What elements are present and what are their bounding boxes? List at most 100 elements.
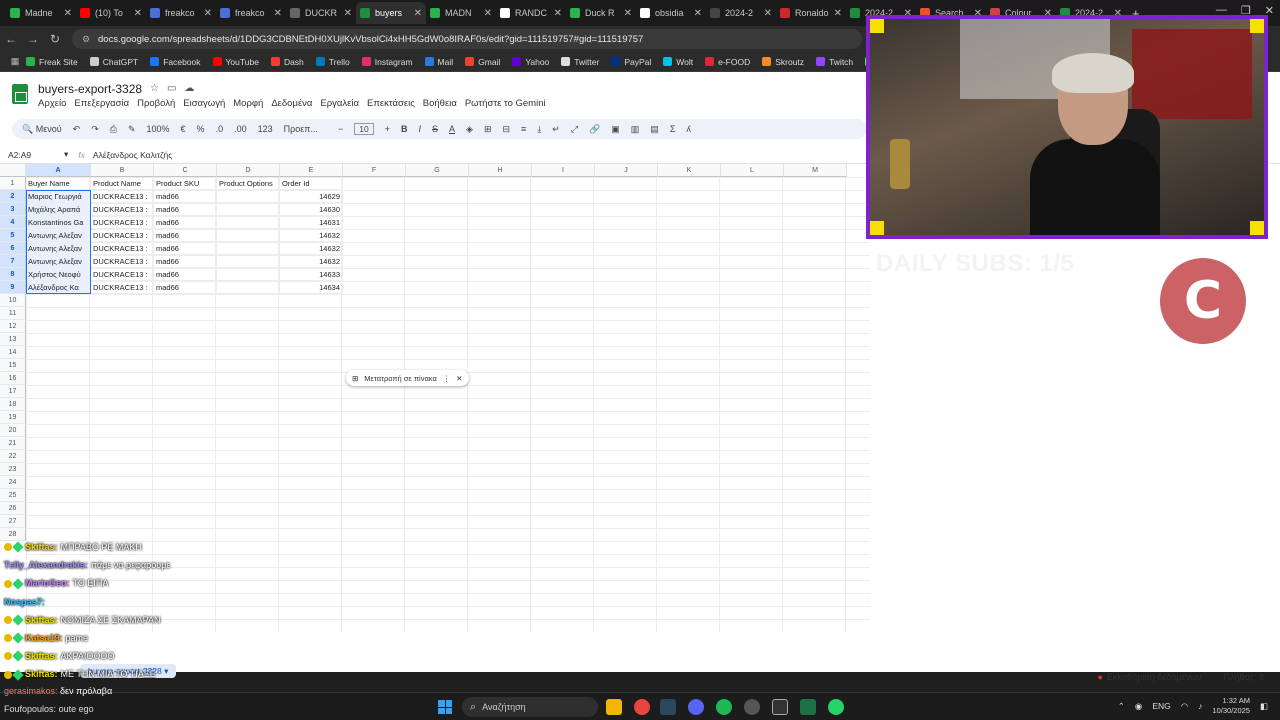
bookmark-item[interactable]: Gmail [465, 57, 500, 67]
browser-tab[interactable]: MADN ✕ [426, 2, 496, 24]
borders-icon[interactable]: ⊞ [484, 124, 492, 135]
bookmark-item[interactable]: e-FOOD [705, 57, 750, 67]
apps-icon[interactable]: ▦ [4, 56, 26, 67]
row-header[interactable]: 14 [0, 346, 26, 359]
bold-icon[interactable]: B [401, 124, 408, 134]
cell[interactable]: 14633 [280, 268, 343, 281]
star-icon[interactable]: ☆ [150, 83, 167, 94]
wifi-icon[interactable]: ◠ [1181, 701, 1188, 712]
bookmark-item[interactable]: Mail [424, 57, 453, 67]
cell[interactable]: DUCKRACE13 : [91, 190, 154, 203]
row-header[interactable]: 9 [0, 281, 26, 294]
chrome-icon[interactable] [634, 699, 650, 715]
row-header[interactable]: 21 [0, 437, 26, 450]
row-header[interactable]: 3 [0, 203, 26, 216]
bookmark-item[interactable]: Dash [270, 57, 304, 67]
menu-item[interactable]: Δεδομένα [271, 98, 312, 109]
column-header[interactable]: L [721, 164, 784, 177]
insert-link-icon[interactable]: 🔗 [589, 124, 600, 135]
row-header[interactable]: 5 [0, 229, 26, 242]
cell[interactable]: Order Id [280, 177, 343, 190]
cell[interactable]: DUCKRACE13 : [91, 229, 154, 242]
row-header[interactable]: 22 [0, 450, 26, 463]
cell[interactable]: DUCKRACE13 : [91, 216, 154, 229]
cell[interactable]: 14630 [280, 203, 343, 216]
column-header[interactable]: K [658, 164, 721, 177]
row-header[interactable]: 24 [0, 476, 26, 489]
currency-format-button[interactable]: € [181, 124, 186, 134]
row-header[interactable]: 7 [0, 255, 26, 268]
row-header[interactable]: 26 [0, 502, 26, 515]
increase-decimal-button[interactable]: .00 [234, 124, 247, 134]
decrease-decimal-button[interactable]: .0 [216, 124, 224, 134]
cell[interactable]: Product Options [217, 177, 280, 190]
column-header[interactable]: I [532, 164, 595, 177]
row-header[interactable]: 13 [0, 333, 26, 346]
cell[interactable] [217, 203, 280, 216]
column-header[interactable]: F [343, 164, 406, 177]
cell[interactable]: 14632 [280, 242, 343, 255]
row-header[interactable]: 1 [0, 177, 26, 190]
count-summary[interactable]: Πλήθος: 8 [1224, 672, 1264, 682]
lang-indicator[interactable]: ENG [1152, 701, 1170, 711]
text-rotation-icon[interactable]: ⤢ [571, 124, 578, 135]
row-header[interactable]: 12 [0, 320, 26, 333]
site-info-icon[interactable]: ⚙ [82, 34, 92, 44]
cell[interactable]: DUCKRACE13 : [91, 268, 154, 281]
spotify-icon[interactable] [716, 699, 732, 715]
url-bar[interactable]: ⚙ docs.google.com/spreadsheets/d/1DDG3CD… [72, 29, 862, 49]
bookmark-item[interactable]: Twitter [561, 57, 599, 67]
cell[interactable]: mad66 [154, 242, 217, 255]
column-header[interactable]: M [784, 164, 847, 177]
cell[interactable] [217, 242, 280, 255]
percent-format-button[interactable]: % [197, 124, 205, 134]
cell[interactable]: DUCKRACE13 : [91, 203, 154, 216]
browser-tab[interactable]: freakco ✕ [216, 2, 286, 24]
cell[interactable]: Buyer Name [26, 177, 91, 190]
clock[interactable]: 1:32 AM 10/30/2025 [1212, 696, 1250, 716]
tab-close-icon[interactable]: ✕ [64, 8, 72, 19]
whatsapp-icon[interactable] [828, 699, 844, 715]
input-tools-icon[interactable]: ʎ [686, 124, 691, 134]
cell[interactable]: DUCKRACE13 : [91, 242, 154, 255]
print-icon[interactable]: ⎙ [110, 124, 117, 135]
tray-overflow-icon[interactable]: ⌃ [1118, 701, 1125, 712]
tab-close-icon[interactable]: ✕ [834, 8, 842, 19]
cloud-status-icon[interactable]: ☁ [184, 83, 202, 94]
menu-item[interactable]: Προβολή [137, 98, 175, 109]
browser-tab[interactable]: 2024-2 ✕ [706, 2, 776, 24]
column-header[interactable]: B [91, 164, 154, 177]
file-explorer-icon[interactable] [606, 699, 622, 715]
bookmark-item[interactable]: ChatGPT [89, 57, 138, 67]
bookmark-item[interactable]: Instagram [361, 57, 413, 67]
formula-input[interactable]: Αλέξανδρος Καλιτζής [93, 150, 172, 160]
horizontal-align-icon[interactable]: ≡ [521, 124, 526, 134]
functions-icon[interactable]: Σ [670, 124, 676, 134]
tab-close-icon[interactable]: ✕ [134, 8, 142, 19]
discord-icon[interactable] [688, 699, 704, 715]
menu-item[interactable]: Εργαλεία [320, 98, 359, 109]
select-all-corner[interactable] [0, 164, 26, 177]
bookmark-item[interactable]: Wolt [663, 57, 693, 67]
convert-to-table-chip[interactable]: ⊞ Μετατροπή σε πίνακα ⋮ ✕ [346, 370, 469, 386]
cell[interactable] [217, 190, 280, 203]
cell[interactable]: mad66 [154, 229, 217, 242]
row-header[interactable]: 11 [0, 307, 26, 320]
cell[interactable] [217, 255, 280, 268]
menu-item[interactable]: Μορφή [233, 98, 263, 109]
bookmark-item[interactable]: YouTube [212, 57, 259, 67]
tab-close-icon[interactable]: ✕ [764, 8, 772, 19]
cell[interactable] [217, 268, 280, 281]
browser-tab[interactable]: Ronaldo ✕ [776, 2, 846, 24]
bookmark-item[interactable]: Freak Site [26, 57, 78, 67]
tab-close-icon[interactable]: ✕ [554, 8, 562, 19]
browser-tab[interactable]: (10) Το ✕ [76, 2, 146, 24]
cell[interactable]: 14629 [280, 190, 343, 203]
bookmark-item[interactable]: PayPal [611, 57, 651, 67]
obs-icon[interactable] [744, 699, 760, 715]
menu-item[interactable]: Επεκτάσεις [367, 98, 415, 109]
convert-to-table-label[interactable]: Μετατροπή σε πίνακα [364, 374, 436, 383]
cell[interactable]: 14632 [280, 255, 343, 268]
browser-tab[interactable]: Duck R ✕ [566, 2, 636, 24]
row-header[interactable]: 19 [0, 411, 26, 424]
